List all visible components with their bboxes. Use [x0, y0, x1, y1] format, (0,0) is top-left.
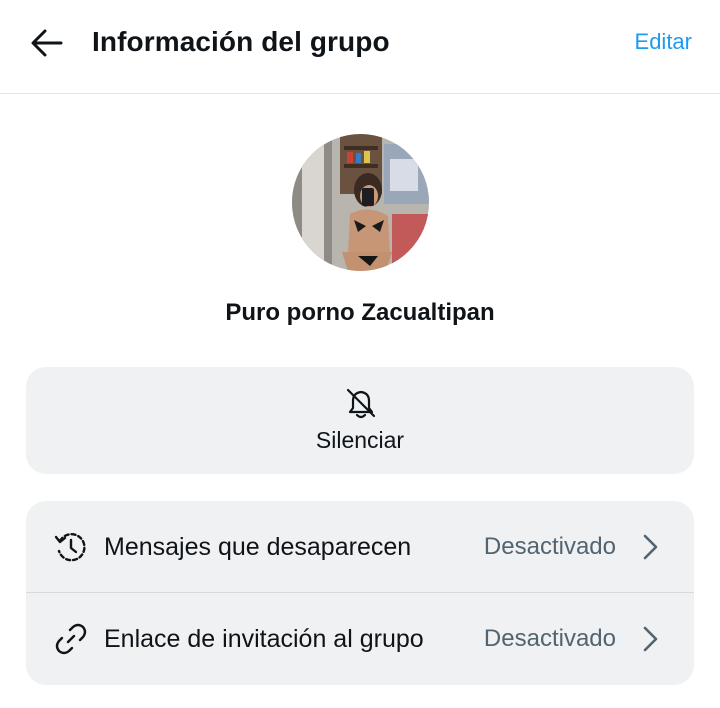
row-label: Enlace de invitación al grupo	[104, 625, 424, 653]
group-avatar[interactable]	[292, 134, 429, 271]
settings-list: Mensajes que desaparecen Desactivado Enl…	[26, 501, 694, 685]
edit-button[interactable]: Editar	[635, 26, 692, 58]
group-name: Puro porno Zacualtipan	[225, 299, 495, 326]
row-value: Desactivado	[483, 625, 616, 652]
invite-link-row[interactable]: Enlace de invitación al grupo Desactivad…	[26, 593, 694, 685]
chevron-right-icon	[643, 534, 658, 560]
back-button[interactable]	[26, 24, 68, 62]
bell-off-icon	[346, 388, 376, 419]
row-label: Mensajes que desaparecen	[104, 533, 412, 561]
group-avatar-photo	[292, 134, 429, 271]
arrow-left-icon	[31, 29, 63, 57]
history-clock-icon	[54, 533, 86, 562]
row-value: Desactivado	[483, 533, 616, 560]
link-icon	[55, 623, 87, 655]
disappearing-messages-row[interactable]: Mensajes que desaparecen Desactivado	[26, 501, 694, 593]
mute-button[interactable]	[26, 367, 694, 474]
chevron-right-icon	[643, 626, 658, 652]
page-title: Información del grupo	[92, 26, 390, 57]
top-bar: Información del grupo Editar	[0, 0, 720, 94]
mute-label: Silenciar	[315, 427, 405, 453]
